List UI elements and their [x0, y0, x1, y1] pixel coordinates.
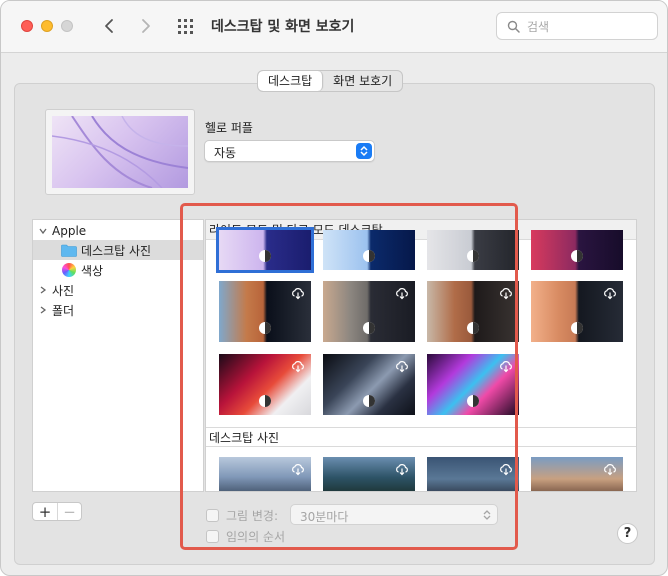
wallpaper-thumb[interactable] [323, 230, 415, 270]
wallpaper-thumb[interactable] [427, 281, 519, 342]
back-button[interactable] [97, 14, 121, 38]
wallpaper-thumb[interactable] [323, 354, 415, 415]
light-dark-mode-icon [259, 250, 271, 262]
sidebar-item-label: 데스크탑 사진 [81, 243, 152, 258]
wallpaper-thumb[interactable] [219, 354, 311, 415]
cloud-download-icon[interactable] [395, 286, 409, 300]
wallpaper-preview [45, 109, 195, 195]
light-dark-mode-icon [467, 322, 479, 334]
appearance-mode-select[interactable]: 자동 [204, 140, 375, 162]
color-wheel-icon [62, 263, 76, 277]
light-dark-mode-icon [467, 395, 479, 407]
close-button[interactable] [21, 20, 33, 32]
add-button[interactable]: + [33, 503, 57, 521]
forward-button[interactable] [134, 14, 158, 38]
light-dark-mode-icon [571, 322, 583, 334]
zoom-button[interactable] [61, 20, 73, 32]
cloud-download-icon[interactable] [499, 286, 513, 300]
random-order-row: 임의의 순서 [206, 528, 285, 545]
wallpaper-thumb[interactable] [531, 281, 623, 342]
cloud-download-icon[interactable] [291, 359, 305, 373]
light-dark-mode-icon [363, 250, 375, 262]
section-header: 데스크탑 사진 [206, 427, 636, 447]
sidebar-item-folders[interactable]: 폴더 [33, 300, 203, 320]
wallpaper-thumb[interactable] [323, 457, 415, 491]
chevron-left-icon [105, 19, 113, 33]
change-picture-label: 그림 변경: [226, 509, 279, 523]
wallpaper-thumb[interactable] [427, 230, 519, 270]
sidebar-item-colors[interactable]: 색상 [33, 260, 203, 280]
updown-chevron-icon [356, 143, 372, 159]
light-dark-mode-icon [259, 395, 271, 407]
sidebar-item-label: 색상 [81, 263, 104, 278]
wallpaper-thumb[interactable] [427, 457, 519, 491]
random-order-label: 임의의 순서 [226, 530, 286, 544]
minimize-button[interactable] [41, 20, 53, 32]
sidebar-item-apple[interactable]: Apple [33, 221, 203, 241]
wallpaper-thumb[interactable] [323, 281, 415, 342]
sidebar-item-label: 사진 [52, 283, 75, 298]
tab-screen-saver[interactable]: 화면 보호기 [323, 71, 402, 91]
cloud-download-icon[interactable] [499, 462, 513, 476]
cloud-download-icon[interactable] [499, 359, 513, 373]
wallpaper-thumb[interactable] [531, 230, 623, 270]
cloud-download-icon[interactable] [395, 359, 409, 373]
change-picture-row: 그림 변경: [206, 507, 278, 524]
light-dark-mode-icon [571, 250, 583, 262]
chevron-right-icon [142, 19, 150, 33]
change-picture-checkbox[interactable] [206, 509, 219, 522]
help-button[interactable]: ? [617, 523, 638, 544]
show-all-grid-icon[interactable] [177, 18, 195, 36]
interval-select[interactable]: 30분마다 [290, 504, 498, 525]
add-remove-control: + − [32, 502, 82, 521]
updown-chevron-icon [483, 510, 491, 520]
search-input[interactable] [527, 18, 647, 36]
chevron-right-icon[interactable] [38, 305, 48, 315]
search-field[interactable] [496, 12, 658, 40]
wallpaper-thumb[interactable] [216, 227, 314, 273]
light-dark-mode-icon [363, 395, 375, 407]
wallpaper-preview-image [52, 116, 188, 188]
cloud-download-icon[interactable] [603, 462, 617, 476]
window-title: 데스크탑 및 화면 보호기 [211, 19, 355, 35]
wallpaper-grid: 라이트 모드 및 다크 모드 데스크탑 [205, 219, 637, 492]
search-icon [507, 20, 520, 33]
wallpaper-thumb[interactable] [219, 281, 311, 342]
tab-control: 데스크탑 화면 보호기 [257, 70, 404, 92]
random-order-checkbox[interactable] [206, 530, 219, 543]
wallpaper-thumb[interactable] [531, 457, 623, 491]
sidebar-item-label: Apple [52, 224, 87, 238]
light-dark-mode-icon [259, 322, 271, 334]
title-bar: 데스크탑 및 화면 보호기 [1, 1, 667, 53]
system-preferences-window: 데스크탑 및 화면 보호기 데스크탑 화면 보호기 헬로 퍼플 자동 [0, 0, 668, 576]
chevron-right-icon[interactable] [38, 285, 48, 295]
light-dark-mode-icon [467, 250, 479, 262]
cloud-download-icon[interactable] [291, 462, 305, 476]
sidebar-item-label: 폴더 [52, 303, 75, 318]
chevron-down-icon[interactable] [38, 226, 48, 236]
sidebar-item-desktop-pictures[interactable]: 데스크탑 사진 [33, 240, 203, 260]
interval-value: 30분마다 [300, 510, 349, 524]
remove-button[interactable]: − [56, 503, 81, 521]
wallpaper-thumb[interactable] [427, 354, 519, 415]
cloud-download-icon[interactable] [291, 286, 305, 300]
cloud-download-icon[interactable] [395, 462, 409, 476]
tab-desktop[interactable]: 데스크탑 [258, 71, 324, 91]
wallpaper-thumb[interactable] [219, 457, 311, 491]
cloud-download-icon[interactable] [603, 286, 617, 300]
folder-icon [61, 244, 77, 257]
light-dark-mode-icon [363, 322, 375, 334]
source-sidebar: Apple 데스크탑 사진 색상 사진 폴더 [32, 219, 204, 492]
appearance-mode-value: 자동 [214, 146, 237, 160]
sidebar-item-photos[interactable]: 사진 [33, 280, 203, 300]
wallpaper-name: 헬로 퍼플 [205, 121, 253, 135]
